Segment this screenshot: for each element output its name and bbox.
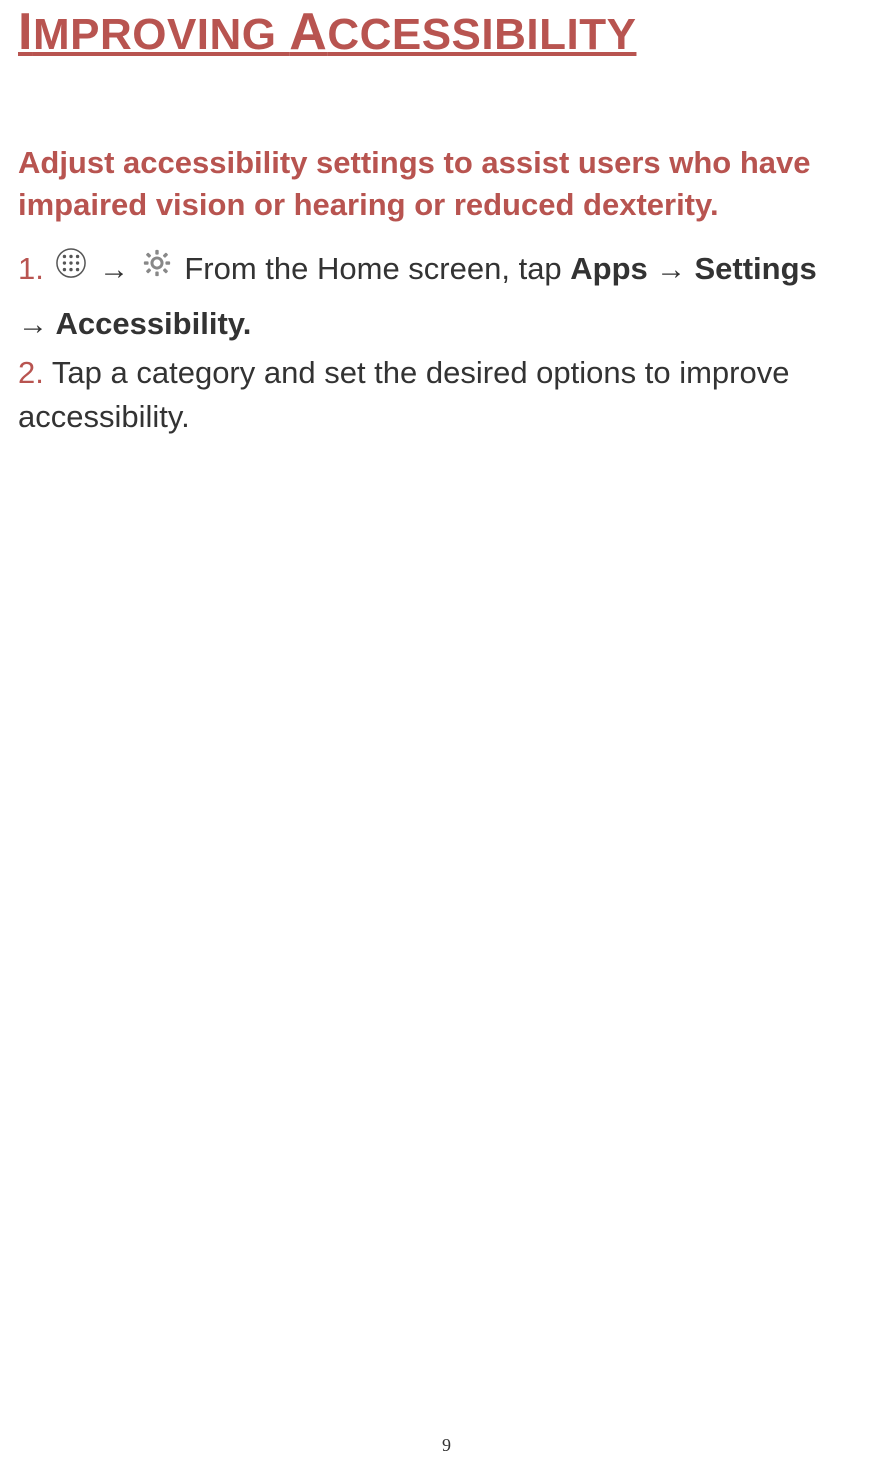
- arrow-icon-2: →: [648, 253, 695, 286]
- page-heading: IMPROVING ACCESSIBILITY: [18, 0, 875, 62]
- page-number: 9: [0, 1435, 893, 1456]
- intro-paragraph: Adjust accessibility settings to assist …: [18, 142, 875, 226]
- step-2-number: 2.: [18, 355, 44, 390]
- apps-grid-icon: [56, 243, 86, 293]
- arrow-icon-1: →: [99, 253, 129, 286]
- heading-cap-a: A: [289, 3, 327, 61]
- arrow-icon-3: →: [18, 308, 48, 341]
- step-1-continuation: → Accessibility.: [18, 299, 875, 349]
- step-1-accessibility: Accessibility.: [48, 306, 251, 341]
- heading-cap-i: I: [18, 3, 33, 61]
- step-2-text: Tap a category and set the desired optio…: [18, 355, 789, 433]
- step-1-number: 1.: [18, 251, 44, 286]
- heading-rest-2: CCESSIBILITY: [327, 10, 636, 59]
- heading-rest-1: MPROVING: [33, 10, 289, 59]
- step-1-settings: Settings: [694, 251, 816, 286]
- step-2: 2. Tap a category and set the desired op…: [18, 351, 875, 438]
- step-1-text: From the Home screen, tap: [184, 251, 570, 286]
- gear-icon: [142, 243, 172, 293]
- step-1: 1. →: [18, 244, 875, 296]
- step-1-apps: Apps: [570, 251, 648, 286]
